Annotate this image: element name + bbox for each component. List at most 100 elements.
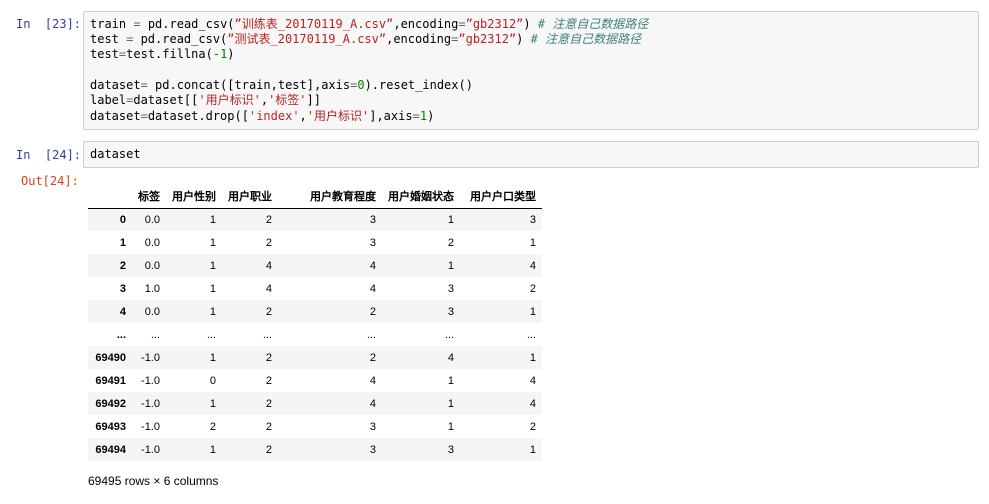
table-cell: 2 [529,420,536,433]
table-row: 69490 -1.0 1 2 2 4 1 [88,346,542,369]
row-index: 69492 [95,397,126,410]
row-index: 69493 [95,420,126,433]
code-token: ”gb2312” [458,32,517,46]
table-cell: 2 [265,351,272,364]
table-cell: 1 [209,351,216,364]
row-index: 4 [119,305,126,318]
code-token: '用户标识' [306,109,370,123]
row-index: 0 [119,213,126,226]
table-cell: ... [366,328,376,341]
table-cell: 2 [209,420,216,433]
row-index: 69491 [95,374,126,387]
code-token: 'index' [248,109,300,123]
code-line: test=test.fillna(-1) [90,47,235,62]
table-cell: 2 [265,397,272,410]
code-token: ) [523,17,538,31]
notebook-cell-23[interactable]: In [23]: train = pd.read_csv(”训练表_201701… [0,0,989,135]
code-token: dataset [90,78,141,92]
row-index: 3 [119,282,126,295]
code-token: 1 [419,109,428,123]
table-cell: 4 [265,282,272,295]
table-cell: 2 [369,351,376,364]
code-token: , [299,109,307,123]
code-token: dataset [90,147,141,161]
table-cell: 3 [447,282,454,295]
table-cell: ... [262,328,272,341]
code-token: ) [516,32,531,46]
table-cell: -1.0 [141,397,160,410]
table-cell: 1 [529,305,536,318]
table-cell: 3 [447,443,454,456]
code-token: test [90,47,119,61]
code-token: , [260,93,269,107]
code-token: # 注意自己数据路径 [530,32,642,46]
table-cell: 1.0 [144,282,160,295]
table-cell: 0.0 [144,236,160,249]
table-cell: 1 [447,397,454,410]
index-header [88,185,132,209]
column-header: 用户户口类型 [460,185,542,209]
column-header: 用户婚姻状态 [382,185,460,209]
code-token: 0 [357,78,365,92]
table-cell: 2 [265,213,272,226]
table-cell: 1 [447,374,454,387]
table-row: 1 0.0 1 2 3 2 1 [88,231,542,254]
code-token: # 注意自己数据路径 [537,17,649,31]
code-token: ]] [306,93,321,107]
table-cell: 2 [265,443,272,456]
table-row: 69492 -1.0 1 2 4 1 4 [88,392,542,415]
table-cell: 1 [209,397,216,410]
table-cell: 4 [265,259,272,272]
table-cell: 2 [265,236,272,249]
column-header: 用户职业 [222,185,278,209]
table-cell: 2 [529,282,536,295]
table-cell: 1 [209,443,216,456]
table-cell: 4 [529,259,536,272]
row-index: 69490 [95,351,126,364]
table-row: 4 0.0 1 2 2 3 1 [88,300,542,323]
code-line: dataset= pd.concat([train,test],axis=0).… [90,78,473,93]
table-cell: 1 [209,282,216,295]
table-row: 3 1.0 1 4 4 3 2 [88,277,542,300]
code-line: train = pd.read_csv(”训练表_20170119_A.csv”… [90,17,648,32]
table-cell: 4 [369,282,376,295]
code-token: ,encoding [386,32,452,46]
code-line: dataset [90,147,141,162]
input-prompt: In [23]: [16,17,82,31]
code-editor[interactable]: dataset [83,141,979,168]
code-token: pd.read_csv( [133,32,228,46]
code-token: dataset.drop([ [147,109,249,123]
table-cell: 4 [529,374,536,387]
table-cell: 2 [369,305,376,318]
code-token: = [133,17,141,31]
column-header: 用户性别 [166,185,222,209]
column-header: 标签 [132,185,166,209]
table-cell: 1 [529,443,536,456]
table-cell: 1 [447,213,454,226]
code-token: -1 [212,47,228,61]
table-cell: 4 [447,351,454,364]
dataframe-table: 标签 用户性别 用户职业 用户教育程度 用户婚姻状态 用户户口类型 0 0.0 1 2… [88,185,542,461]
code-token: = [412,109,420,123]
row-index: 1 [119,236,126,249]
table-cell: ... [444,328,454,341]
code-token: test.fillna( [126,47,213,61]
table-cell: 2 [265,374,272,387]
table-cell: 3 [369,420,376,433]
table-cell: 1 [529,236,536,249]
table-cell: 1 [209,259,216,272]
code-editor[interactable]: train = pd.read_csv(”训练表_20170119_A.csv”… [83,11,979,130]
table-cell: ... [150,328,160,341]
code-token: pd.concat([train,test],axis [147,78,351,92]
code-token: = [140,78,148,92]
code-token: ,encoding [393,17,459,31]
code-token: ],axis [369,109,413,123]
input-prompt: In [24]: [16,148,82,162]
table-cell: 4 [369,259,376,272]
code-token: ) [427,109,435,123]
code-token: ”gb2312” [465,17,524,31]
table-cell: 3 [369,213,376,226]
dataframe-shape-summary: 69495 rows × 6 columns [88,474,219,488]
code-token: = [458,17,466,31]
code-line: label=dataset[['用户标识','标签']] [90,93,321,108]
